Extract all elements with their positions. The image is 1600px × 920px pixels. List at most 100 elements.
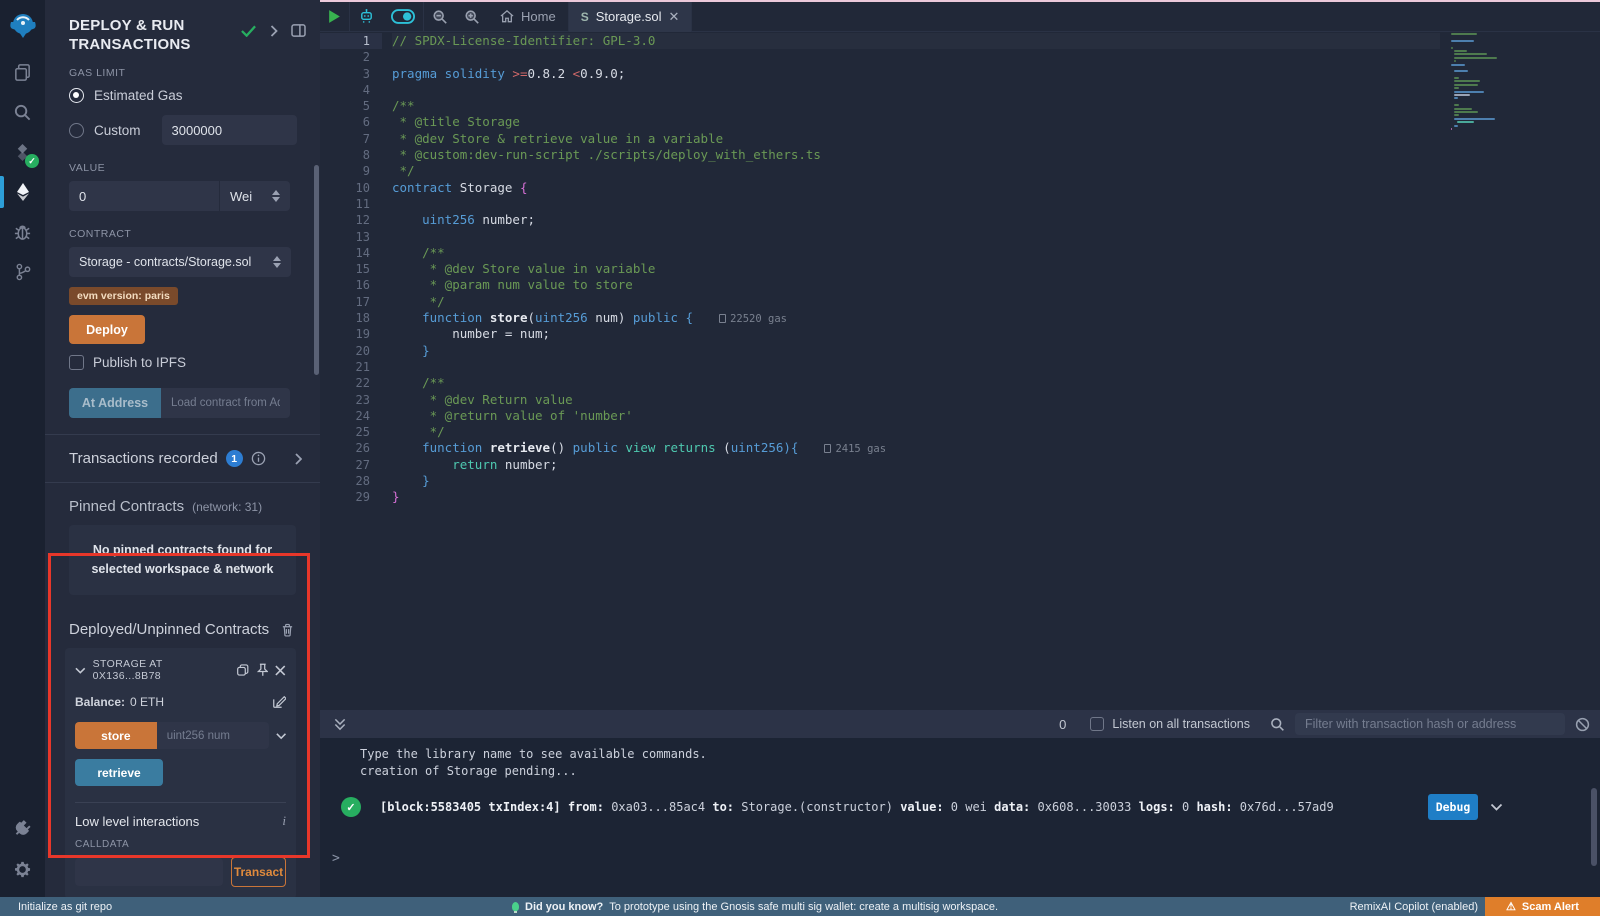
transaction-row[interactable]: ✓ [block:5583405 txIndex:4] from: 0xa03.…	[320, 794, 1600, 820]
transaction-filter-input[interactable]	[1295, 713, 1565, 735]
minimap[interactable]	[1451, 33, 1515, 131]
calldata-label: CALLDATA	[75, 839, 286, 850]
terminal-log: Type the library name to see available c…	[320, 738, 1600, 780]
run-script-button[interactable]	[320, 2, 349, 32]
at-address-input[interactable]	[161, 388, 290, 418]
warning-icon: ⚠	[1506, 900, 1516, 913]
value-unit-select[interactable]: Wei	[219, 181, 290, 211]
listen-label: Listen on all transactions	[1112, 717, 1250, 731]
close-icon[interactable]	[275, 665, 286, 676]
terminal-body[interactable]: Type the library name to see available c…	[320, 738, 1600, 897]
at-address-button[interactable]: At Address	[69, 388, 161, 418]
collapse-chevron-icon[interactable]	[75, 667, 86, 674]
panel-scrollbar[interactable]	[314, 165, 319, 375]
icon-rail: ✓	[0, 0, 45, 897]
copilot-status[interactable]: RemixAI Copilot (enabled)	[1350, 901, 1478, 913]
trash-icon[interactable]	[281, 623, 294, 637]
compile-success-badge: ✓	[25, 154, 39, 168]
pin-icon[interactable]	[257, 663, 269, 677]
terminal-search-icon[interactable]	[1270, 717, 1285, 732]
active-indicator	[0, 176, 4, 208]
git-icon[interactable]	[0, 252, 45, 292]
expand-chevron-icon[interactable]	[294, 453, 302, 465]
value-unit-label: Wei	[230, 189, 252, 204]
search-icon[interactable]	[0, 92, 45, 132]
panel-layout-icon[interactable]	[291, 24, 306, 37]
zoom-in-icon[interactable]	[456, 2, 488, 32]
deployed-contracts-title: Deployed/Unpinned Contracts	[69, 621, 269, 638]
deploy-button[interactable]: Deploy	[69, 315, 145, 344]
deploy-run-icon[interactable]	[0, 172, 45, 212]
terminal-prompt[interactable]: >	[332, 851, 340, 866]
store-function-button[interactable]: store	[75, 722, 157, 749]
estimated-gas-radio[interactable]	[69, 88, 84, 103]
custom-gas-input[interactable]	[162, 115, 297, 145]
settings-gear-icon[interactable]	[0, 849, 45, 889]
code-lines: // SPDX-License-Identifier: GPL-3.0pragm…	[392, 33, 1440, 506]
gas-limit-label: GAS LIMIT	[69, 67, 290, 79]
listen-checkbox[interactable]	[1090, 717, 1104, 731]
retrieve-function-button[interactable]: retrieve	[75, 759, 163, 786]
pin-panel-icon[interactable]	[269, 25, 278, 37]
zoom-out-icon[interactable]	[424, 2, 456, 32]
transactions-recorded-label: Transactions recorded	[69, 450, 218, 467]
scam-alert-button[interactable]: ⚠ Scam Alert	[1485, 897, 1600, 916]
estimated-gas-label: Estimated Gas	[94, 88, 183, 103]
estimated-gas-radio-row[interactable]: Estimated Gas	[69, 88, 290, 103]
custom-gas-radio[interactable]	[69, 123, 84, 138]
remix-logo-icon[interactable]	[0, 0, 45, 52]
tab-home[interactable]: Home	[488, 2, 568, 32]
status-bar: Initialize as git repo Did you know? To …	[0, 897, 1600, 916]
transact-button[interactable]: Transact	[231, 857, 286, 887]
balance-value: 0 ETH	[130, 695, 164, 709]
clear-filter-ban-icon[interactable]	[1575, 717, 1590, 732]
tx-expand-chevron-icon[interactable]	[1490, 803, 1503, 811]
expand-args-chevron-icon[interactable]	[276, 732, 286, 740]
panel-title: DEPLOY & RUN TRANSACTIONS	[69, 16, 239, 54]
calldata-input[interactable]	[75, 858, 223, 886]
collapse-terminal-icon[interactable]	[334, 718, 346, 731]
value-input[interactable]	[69, 181, 219, 211]
env-ok-check-icon	[241, 25, 256, 37]
low-level-interactions-title: Low level interactions	[75, 814, 199, 829]
close-tab-icon[interactable]: ✕	[668, 9, 679, 25]
lightbulb-icon	[512, 902, 519, 911]
publish-ipfs-checkbox[interactable]	[69, 355, 84, 370]
git-init-button[interactable]: Initialize as git repo	[18, 901, 112, 913]
no-pinned-contracts-message: No pinned contracts found for selected w…	[69, 525, 296, 595]
contract-select[interactable]: Storage - contracts/Storage.sol	[69, 247, 291, 277]
code-editor[interactable]: 1234567891011121314151617181920212223242…	[320, 33, 1600, 710]
editor-toolbar: Home S Storage.sol ✕	[320, 2, 1600, 32]
remix-ide-window: ✓ DEPLOY & RUN TRANSACTIONS	[0, 0, 1600, 920]
copy-icon[interactable]	[236, 663, 250, 677]
ai-copilot-robot-icon[interactable]	[350, 2, 383, 32]
copilot-toggle[interactable]	[383, 2, 423, 32]
debug-button[interactable]: Debug	[1428, 794, 1478, 820]
tab-storage-sol[interactable]: S Storage.sol ✕	[569, 2, 692, 32]
evm-version-badge: evm version: paris	[69, 287, 178, 305]
editor-area: Home S Storage.sol ✕ 1234567891011121314…	[320, 0, 1600, 710]
store-arg-input[interactable]	[157, 722, 269, 749]
publish-ipfs-row[interactable]: Publish to IPFS	[69, 355, 290, 370]
did-you-know-tip: Did you know? To prototype using the Gno…	[512, 901, 998, 913]
info-icon[interactable]	[251, 451, 266, 466]
value-label: VALUE	[69, 162, 290, 174]
info-i-icon[interactable]: i	[282, 813, 286, 829]
plugin-manager-icon[interactable]	[0, 809, 45, 849]
workspace-icon[interactable]	[0, 52, 45, 92]
pinned-contracts-title: Pinned Contracts	[69, 498, 184, 515]
solidity-compiler-icon[interactable]: ✓	[0, 132, 45, 172]
pending-tx-count: 0	[1059, 717, 1066, 732]
contract-instance-label[interactable]: STORAGE AT 0X136...8B78	[93, 658, 230, 682]
tx-summary: [block:5583405 txIndex:4] from: 0xa03...…	[380, 800, 1420, 814]
solidity-file-icon: S	[581, 10, 589, 24]
listen-all-transactions-row[interactable]: Listen on all transactions	[1090, 717, 1250, 731]
home-icon	[500, 10, 514, 23]
contract-selected-label: Storage - contracts/Storage.sol	[79, 255, 251, 269]
edit-icon[interactable]	[272, 695, 286, 709]
transactions-recorded-row[interactable]: Transactions recorded 1	[45, 435, 320, 482]
deployed-contract-card: STORAGE AT 0X136...8B78 Balance: 0 ETH s…	[65, 648, 296, 899]
terminal-scrollbar[interactable]	[1591, 788, 1597, 866]
debugger-icon[interactable]	[0, 212, 45, 252]
tx-success-icon: ✓	[341, 797, 361, 817]
